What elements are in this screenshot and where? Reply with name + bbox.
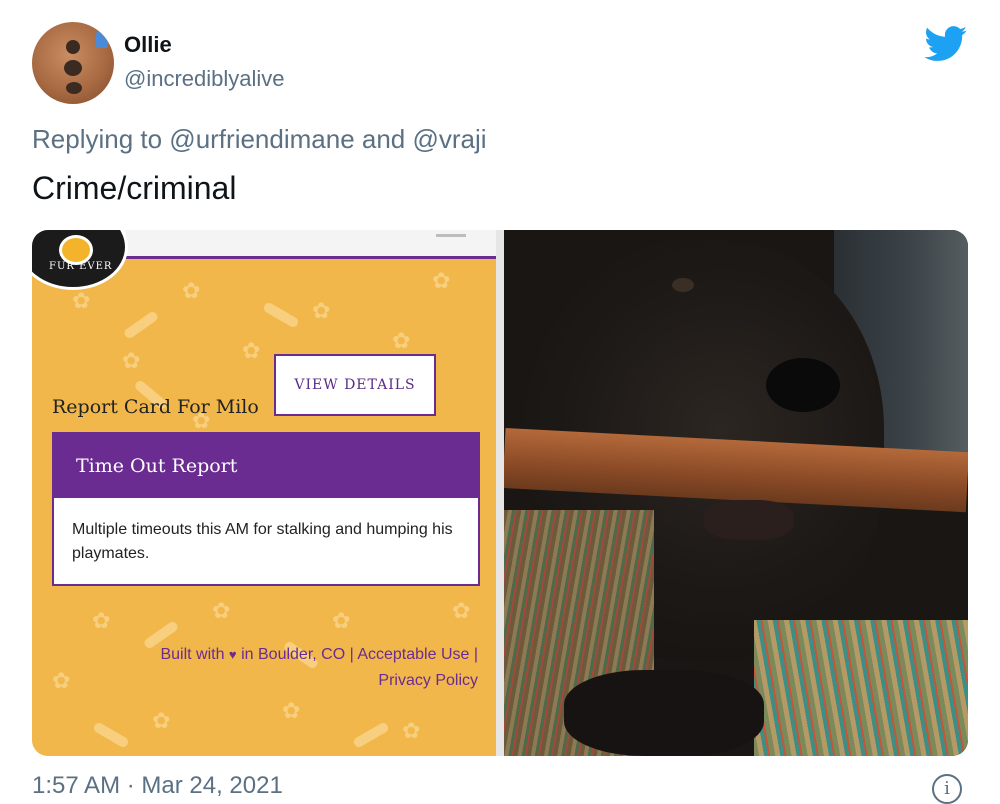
footer-built-text: Built with <box>160 646 225 663</box>
twitter-bird-icon[interactable] <box>924 26 968 62</box>
timeout-report-body: Multiple timeouts this AM for stalking a… <box>72 521 453 562</box>
dog-mouth <box>704 500 794 540</box>
report-card-screenshot[interactable]: ✿✿✿✿ ✿✿✿ ✿✿ ✿✿✿✿ ✿✿✿✿ FUR EVER VIEW DETA… <box>32 230 496 756</box>
tweet-text: Crime/criminal <box>32 170 237 206</box>
dog-photo[interactable] <box>504 230 968 756</box>
avatar[interactable] <box>32 22 114 104</box>
timeout-report-card: Time Out Report Multiple timeouts this A… <box>52 432 480 586</box>
site-footer: Built with ♥ in Boulder, CO | Acceptable… <box>160 646 478 689</box>
report-card-title: Report Card For Milo <box>52 396 259 418</box>
tattoo-mark <box>64 60 82 76</box>
footer-location-text: in Boulder, CO <box>241 646 346 663</box>
author-handle[interactable]: @incrediblyalive <box>124 66 285 92</box>
author-name[interactable]: Ollie <box>124 32 172 58</box>
dog-nose <box>766 358 840 412</box>
dog-eye <box>672 278 694 292</box>
reply-context[interactable]: Replying to @urfriendimane and @vraji <box>32 124 487 155</box>
heart-icon: ♥ <box>228 647 237 662</box>
tattoo-mark <box>66 40 80 54</box>
tweet-timestamp[interactable]: 1:57 AM · Mar 24, 2021 <box>32 772 283 800</box>
dog-paw <box>564 670 764 756</box>
tweet-media[interactable]: ✿✿✿✿ ✿✿✿ ✿✿ ✿✿✿✿ ✿✿✿✿ FUR EVER VIEW DETA… <box>32 230 968 756</box>
timeout-report-heading: Time Out Report <box>54 434 478 498</box>
blanket-right <box>754 620 968 756</box>
privacy-policy-link[interactable]: Privacy Policy <box>378 672 478 689</box>
tattoo-mark <box>66 82 82 94</box>
avatar-badge <box>96 32 108 48</box>
view-details-button[interactable]: VIEW DETAILS <box>274 354 436 416</box>
acceptable-use-link[interactable]: Acceptable Use <box>357 646 469 663</box>
fur-ever-logo: FUR EVER <box>32 230 128 290</box>
